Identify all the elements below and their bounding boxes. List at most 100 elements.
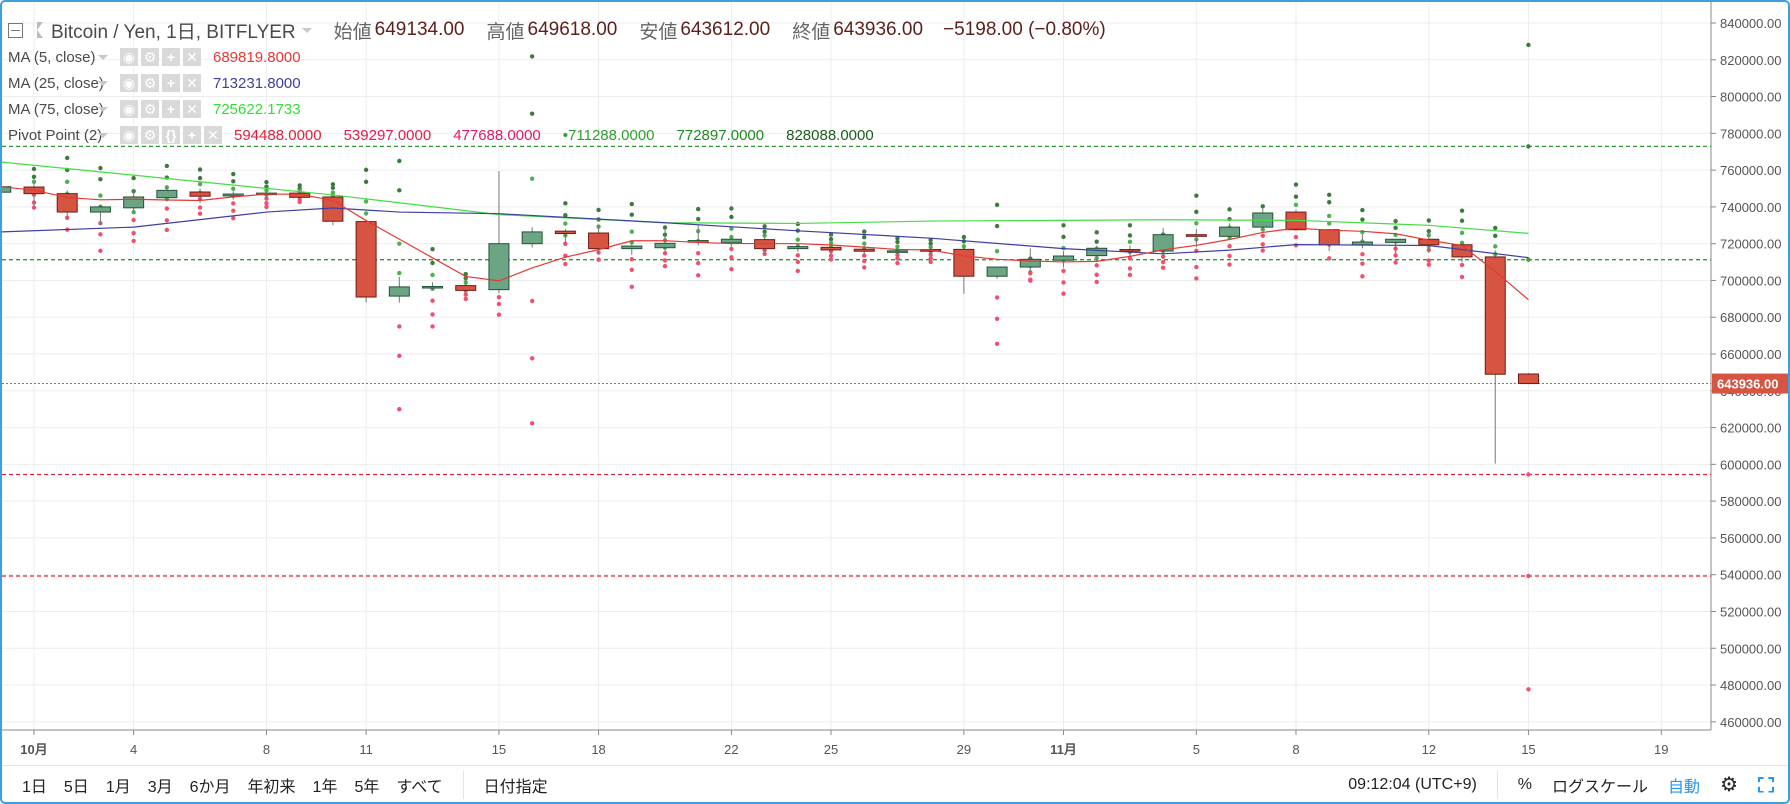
pivot-dot-s2: [131, 230, 136, 236]
range-button[interactable]: すべて: [396, 773, 442, 797]
pivot-dot-r1: [862, 241, 867, 246]
range-button[interactable]: 1日: [22, 773, 47, 797]
pivot-dot-s2: [1360, 261, 1365, 266]
pivot-dot-r2: [629, 212, 634, 217]
pivot-dot-r2: [1061, 234, 1066, 240]
pivot-dot-r2: [1094, 239, 1099, 244]
divider: [1496, 770, 1498, 799]
pivot-dot-s3: [1194, 276, 1199, 281]
pivot-dot-s1: [696, 251, 701, 256]
pivot-dot-p: [397, 270, 402, 276]
gear-icon[interactable]: ⚙: [141, 74, 159, 92]
pivot-dot-p: [363, 211, 369, 216]
plus-icon[interactable]: +: [162, 48, 180, 66]
eye-icon[interactable]: ◉: [120, 74, 138, 92]
candle-up: [222, 193, 244, 197]
close-icon[interactable]: ✕: [204, 126, 222, 144]
range-button[interactable]: 3月: [148, 773, 173, 797]
plus-icon[interactable]: +: [162, 100, 180, 118]
plus-icon[interactable]: +: [162, 74, 180, 92]
pivot-dot-s3: [1326, 256, 1332, 261]
chevron-down-icon[interactable]: [98, 132, 108, 138]
close-icon[interactable]: ✕: [183, 74, 201, 92]
pivot-dot-r1: [197, 182, 203, 187]
time-tick-label: 18: [591, 742, 605, 757]
pivot-dot-s3: [496, 312, 502, 317]
pivot-dot-s3: [164, 227, 170, 233]
indicator-label[interactable]: MA (5, close): [8, 49, 112, 66]
pivot-dot-r3: [397, 158, 402, 164]
source-code-icon[interactable]: {}: [162, 126, 180, 144]
pivot-dot-r1: [1326, 213, 1332, 219]
pivot-dot-r3: [264, 179, 269, 185]
pivot-dot-r3: [65, 155, 70, 161]
fullscreen-icon[interactable]: [1758, 776, 1774, 793]
pivot-dot-s3: [463, 296, 468, 302]
chevron-down-icon[interactable]: [301, 27, 312, 33]
plus-icon[interactable]: +: [183, 126, 201, 144]
pivot-dot-r2: [1493, 233, 1498, 239]
auto-scale-button[interactable]: 自動: [1668, 773, 1700, 797]
candle-up: [521, 231, 543, 245]
indicator-label[interactable]: Pivot Point (2): [8, 127, 112, 144]
pivot-dot-r3: [1227, 207, 1232, 212]
indicator-label[interactable]: MA (75, close): [8, 101, 112, 118]
pivot-dot-r3: [197, 167, 203, 172]
pivot-dot-r3: [762, 224, 767, 229]
eye-icon[interactable]: ◉: [120, 48, 138, 66]
pivot-dot-r2: [397, 188, 402, 193]
log-scale-button[interactable]: ログスケール: [1552, 773, 1648, 797]
candle-down: [1318, 229, 1340, 246]
chart-legend: Bitcoin / Yen, 1日, BITFLYER 始値 649134.00 …: [8, 16, 1106, 148]
pivot-dot-r2: [1360, 217, 1365, 222]
pivot-dot-r2: [895, 239, 900, 245]
symbol-title[interactable]: Bitcoin / Yen, 1日, BITFLYER: [51, 17, 296, 44]
pivot-dot-s3: [862, 265, 867, 270]
price-tick-label: 700000.00: [1720, 273, 1781, 288]
pivot-dot-r2: [330, 185, 336, 190]
chevron-down-icon[interactable]: [98, 54, 108, 60]
pivot-dot-s1: [1094, 263, 1099, 268]
gear-icon[interactable]: ⚙: [141, 48, 159, 66]
pivot-dot-s2: [696, 260, 701, 266]
indicator-value: 713231.8000: [213, 74, 301, 92]
price-tick-label: 720000.00: [1720, 237, 1781, 252]
close-icon[interactable]: ✕: [183, 100, 201, 118]
candle-down: [1484, 256, 1506, 375]
gear-icon[interactable]: ⚙: [141, 100, 159, 118]
goto-date-button[interactable]: 日付指定: [484, 773, 548, 797]
range-button[interactable]: 5年: [354, 773, 379, 797]
pivot-dot-r3: [1260, 204, 1265, 209]
range-button[interactable]: 1年: [313, 773, 338, 797]
indicator-label[interactable]: MA (25, close): [8, 75, 112, 92]
chevron-down-icon[interactable]: [98, 80, 108, 86]
range-button[interactable]: 6か月: [190, 773, 231, 797]
range-button[interactable]: 年初来: [248, 773, 296, 797]
gear-icon[interactable]: ⚙: [141, 126, 159, 144]
pivot-dot-r3: [1094, 230, 1099, 235]
pivot-dot-r2: [231, 179, 236, 184]
candle-up: [787, 246, 809, 250]
pivot-dot-s2: [1194, 264, 1199, 270]
pivot-dot-r3: [696, 206, 701, 212]
flag-icon[interactable]: [37, 22, 43, 38]
pivot-dot-s2: [397, 353, 402, 359]
percent-scale-button[interactable]: %: [1518, 776, 1532, 794]
gear-icon[interactable]: ⚙: [1720, 772, 1738, 797]
eye-icon[interactable]: ◉: [120, 126, 138, 144]
pivot-dot-s3: [1260, 248, 1265, 253]
symbol-header: Bitcoin / Yen, 1日, BITFLYER 始値 649134.00 …: [8, 16, 1106, 44]
candle-up: [156, 189, 178, 199]
eye-icon[interactable]: ◉: [120, 100, 138, 118]
time-tick-label: 25: [824, 742, 838, 757]
collapse-icon[interactable]: [8, 22, 23, 38]
close-icon[interactable]: ✕: [183, 48, 201, 66]
pivot-dot-r3: [430, 246, 435, 252]
range-button[interactable]: 1月: [106, 773, 131, 797]
range-button[interactable]: 5日: [64, 773, 89, 797]
chevron-down-icon[interactable]: [98, 106, 108, 112]
divider: [462, 770, 464, 799]
close-value: 643936.00: [833, 19, 924, 40]
pivot-dot-r2: [430, 260, 435, 266]
pivot-dot-s2: [231, 208, 236, 213]
